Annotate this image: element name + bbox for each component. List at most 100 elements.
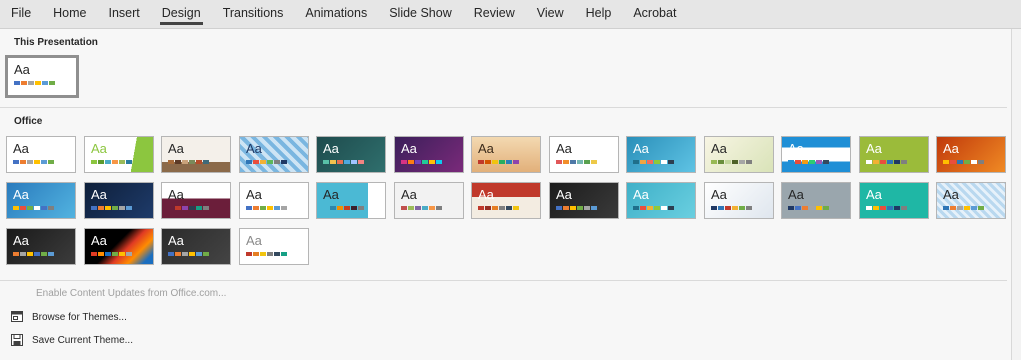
office-theme-12[interactable]: Aa bbox=[859, 136, 929, 173]
color-swatch bbox=[98, 252, 104, 256]
color-swatch bbox=[978, 206, 984, 210]
color-swatch bbox=[196, 206, 202, 210]
color-swatch bbox=[274, 160, 280, 164]
color-swatch bbox=[91, 206, 97, 210]
office-theme-7[interactable]: Aa bbox=[471, 136, 541, 173]
browse-for-themes-item[interactable]: Browse for Themes... bbox=[0, 307, 300, 327]
save-current-theme-item[interactable]: Save Current Theme... bbox=[0, 330, 300, 350]
color-swatch bbox=[415, 206, 421, 210]
color-swatch bbox=[661, 206, 667, 210]
tab-acrobat[interactable]: Acrobat bbox=[622, 0, 687, 28]
color-swatch bbox=[112, 206, 118, 210]
color-swatch bbox=[485, 206, 491, 210]
color-swatch bbox=[943, 206, 949, 210]
color-swatch bbox=[358, 160, 364, 164]
color-swatch bbox=[281, 252, 287, 256]
color-swatch bbox=[816, 160, 822, 164]
color-swatch bbox=[189, 252, 195, 256]
color-swatch bbox=[654, 206, 660, 210]
color-swatch bbox=[196, 160, 202, 164]
color-swatch bbox=[260, 252, 266, 256]
theme-color-swatches bbox=[788, 160, 829, 164]
office-theme-29[interactable]: Aa bbox=[161, 228, 231, 265]
tab-animations[interactable]: Animations bbox=[294, 0, 378, 28]
color-swatch bbox=[351, 160, 357, 164]
color-swatch bbox=[816, 206, 822, 210]
office-theme-27[interactable]: Aa bbox=[6, 228, 76, 265]
color-swatch bbox=[591, 206, 597, 210]
office-theme-24[interactable]: Aa bbox=[781, 182, 851, 219]
color-swatch bbox=[203, 160, 209, 164]
theme-color-swatches bbox=[246, 160, 287, 164]
color-swatch bbox=[281, 206, 287, 210]
office-theme-4[interactable]: Aa bbox=[239, 136, 309, 173]
color-swatch bbox=[408, 206, 414, 210]
save-icon bbox=[10, 333, 24, 347]
color-swatch bbox=[823, 206, 829, 210]
gallery-divider bbox=[0, 107, 1007, 108]
current-theme-thumbnail[interactable]: Aa bbox=[5, 55, 79, 98]
office-theme-28[interactable]: Aa bbox=[84, 228, 154, 265]
office-theme-13[interactable]: Aa bbox=[936, 136, 1006, 173]
office-theme-20[interactable]: Aa bbox=[471, 182, 541, 219]
office-theme-9[interactable]: Aa bbox=[626, 136, 696, 173]
office-theme-3[interactable]: Aa bbox=[161, 136, 231, 173]
office-theme-5[interactable]: Aa bbox=[316, 136, 386, 173]
office-theme-26[interactable]: Aa bbox=[936, 182, 1006, 219]
color-swatch bbox=[253, 160, 259, 164]
color-swatch bbox=[48, 206, 54, 210]
office-theme-11[interactable]: Aa bbox=[781, 136, 851, 173]
office-theme-6[interactable]: Aa bbox=[394, 136, 464, 173]
color-swatch bbox=[866, 160, 872, 164]
color-swatch bbox=[795, 160, 801, 164]
office-theme-10[interactable]: Aa bbox=[704, 136, 774, 173]
office-theme-21[interactable]: Aa bbox=[549, 182, 619, 219]
color-swatch bbox=[436, 160, 442, 164]
office-theme-22[interactable]: Aa bbox=[626, 182, 696, 219]
color-swatch bbox=[640, 160, 646, 164]
tab-insert[interactable]: Insert bbox=[98, 0, 151, 28]
tab-view[interactable]: View bbox=[526, 0, 575, 28]
color-swatch bbox=[260, 206, 266, 210]
office-theme-30[interactable]: Aa bbox=[239, 228, 309, 265]
office-theme-15[interactable]: Aa bbox=[84, 182, 154, 219]
theme-sample-text: Aa bbox=[91, 141, 107, 156]
theme-sample-text: Aa bbox=[478, 141, 494, 156]
color-swatch bbox=[668, 160, 674, 164]
theme-sample-text: Aa bbox=[401, 187, 417, 202]
office-theme-18[interactable]: Aa bbox=[316, 182, 386, 219]
color-swatch bbox=[633, 160, 639, 164]
color-swatch bbox=[337, 206, 343, 210]
tab-slide-show[interactable]: Slide Show bbox=[378, 0, 463, 28]
office-theme-19[interactable]: Aa bbox=[394, 182, 464, 219]
color-swatch bbox=[253, 206, 259, 210]
office-theme-1[interactable]: Aa bbox=[6, 136, 76, 173]
tab-design[interactable]: Design bbox=[151, 0, 212, 28]
tab-file[interactable]: File bbox=[0, 0, 42, 28]
office-theme-8[interactable]: Aa bbox=[549, 136, 619, 173]
office-theme-23[interactable]: Aa bbox=[704, 182, 774, 219]
tab-transitions[interactable]: Transitions bbox=[212, 0, 295, 28]
color-swatch bbox=[513, 160, 519, 164]
color-swatch bbox=[34, 160, 40, 164]
color-swatch bbox=[182, 206, 188, 210]
tab-review[interactable]: Review bbox=[463, 0, 526, 28]
color-swatch bbox=[887, 160, 893, 164]
color-swatch bbox=[196, 252, 202, 256]
color-swatch bbox=[661, 160, 667, 164]
theme-color-swatches bbox=[556, 206, 597, 210]
office-theme-25[interactable]: Aa bbox=[859, 182, 929, 219]
office-theme-2[interactable]: Aa bbox=[84, 136, 154, 173]
color-swatch bbox=[732, 160, 738, 164]
tab-home[interactable]: Home bbox=[42, 0, 97, 28]
color-swatch bbox=[105, 252, 111, 256]
office-theme-14[interactable]: Aa bbox=[6, 182, 76, 219]
color-swatch bbox=[323, 160, 329, 164]
theme-color-swatches bbox=[943, 160, 984, 164]
office-theme-16[interactable]: Aa bbox=[161, 182, 231, 219]
theme-sample-text: Aa bbox=[633, 141, 649, 156]
office-theme-17[interactable]: Aa bbox=[239, 182, 309, 219]
tab-help[interactable]: Help bbox=[575, 0, 623, 28]
color-swatch bbox=[950, 160, 956, 164]
color-swatch bbox=[887, 206, 893, 210]
